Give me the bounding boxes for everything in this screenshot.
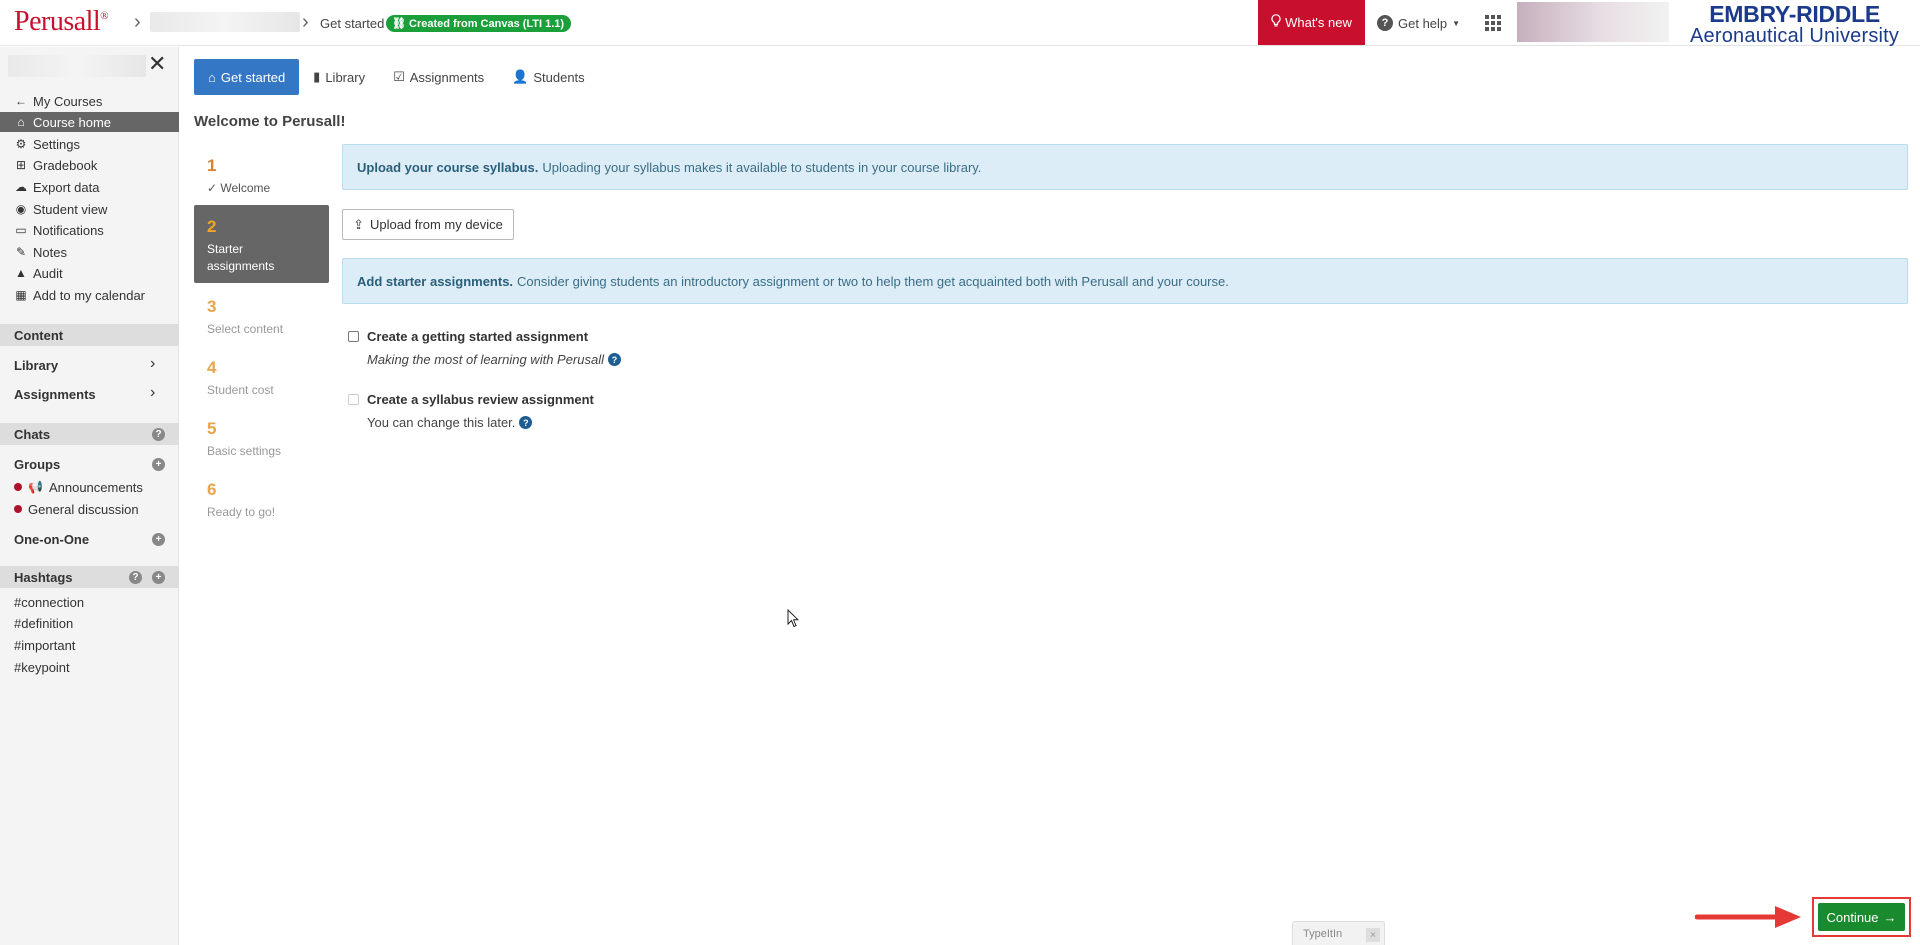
sidebar-library[interactable]: Library [14, 358, 58, 373]
sidebar-item-student-view[interactable]: ◉ Student view [0, 199, 179, 219]
university-logo: EMBRY-RIDDLE Aeronautical University [1690, 1, 1900, 47]
question-circle-icon: ? [1377, 15, 1393, 31]
apps-grid-icon[interactable] [1485, 15, 1501, 31]
link-icon: ⛓ [392, 18, 410, 30]
book-icon: ▮ [313, 69, 321, 84]
question-circle-icon[interactable]: ? [152, 428, 165, 441]
upload-icon: ⇪ [353, 216, 364, 232]
megaphone-icon: 📢 [28, 480, 43, 494]
sidebar: ✕ ← My Courses ⌂ Course home ⚙ Settings ⊞ Gr… [0, 47, 179, 945]
tab-library[interactable]: ▮ Library [299, 59, 379, 95]
tab-get-started[interactable]: ⌂ Get started [194, 59, 300, 95]
syllabus-info-box: Upload your course syllabus. Uploading yo… [342, 144, 1908, 190]
page-title: Welcome to Perusall! [194, 113, 346, 130]
gear-icon: ⚙ [15, 137, 27, 151]
getting-started-subtitle: Making the most of learning with Perusal… [367, 352, 622, 367]
sidebar-section-content: Content [0, 324, 179, 346]
mouse-cursor-icon [787, 608, 800, 631]
pointer-arrow-icon [1694, 905, 1803, 932]
starter-assignments-info-box: Add starter assignments. Consider giving … [342, 258, 1908, 304]
whats-new-button[interactable]: What's new [1258, 0, 1365, 45]
top-bar: Perusall® › › Get started ⛓ Created from… [0, 0, 1920, 46]
chat-item-announcements[interactable]: 📢 Announcements [0, 477, 179, 497]
sidebar-item-notifications[interactable]: ▭ Notifications [0, 220, 179, 240]
syllabus-review-checkbox[interactable] [348, 394, 359, 405]
upload-from-device-button[interactable]: ⇪ Upload from my device [342, 209, 514, 240]
syllabus-review-subtitle: You can change this later.? [367, 415, 533, 430]
inbox-icon: ▭ [15, 223, 27, 237]
arrow-right-icon: → [1883, 909, 1897, 925]
eye-icon: ◉ [15, 202, 27, 216]
home-icon: ⌂ [208, 69, 216, 85]
warning-icon: ▲ [15, 266, 27, 280]
cloud-download-icon: ☁ [15, 180, 27, 194]
step-student-cost[interactable]: 4 Student cost [194, 358, 329, 399]
step-basic-settings[interactable]: 5 Basic settings [194, 419, 329, 460]
sidebar-item-my-courses[interactable]: ← My Courses [0, 91, 179, 111]
chevron-right-icon: › [134, 11, 141, 33]
chevron-right-icon[interactable]: › [150, 355, 155, 373]
step-ready-to-go[interactable]: 6 Ready to go! [194, 480, 329, 521]
hashtag-item[interactable]: #definition [14, 616, 73, 631]
add-circle-icon[interactable]: + [152, 458, 165, 471]
step-welcome[interactable]: 1 ✓ Welcome [194, 156, 329, 202]
breadcrumb-current: Get started [320, 16, 385, 31]
option-syllabus-review[interactable]: Create a syllabus review assignment [348, 392, 594, 407]
pencil-icon: ✎ [15, 245, 27, 259]
question-circle-icon[interactable]: ? [129, 571, 142, 584]
sidebar-item-notes[interactable]: ✎ Notes [0, 242, 179, 262]
hashtag-item[interactable]: #keypoint [14, 660, 70, 675]
hashtag-item[interactable]: #connection [14, 595, 84, 610]
perusall-logo[interactable]: Perusall® [14, 6, 109, 38]
sidebar-item-audit[interactable]: ▲ Audit [0, 263, 179, 283]
sidebar-item-gradebook[interactable]: ⊞ Gradebook [0, 155, 179, 175]
continue-button[interactable]: Continue → [1818, 903, 1905, 931]
hashtag-item[interactable]: #important [14, 638, 75, 653]
unread-dot-icon [14, 483, 22, 491]
arrow-left-icon: ← [15, 94, 27, 108]
sidebar-one-on-one: One-on-One [14, 532, 90, 547]
tab-assignments[interactable]: ☑ Assignments [379, 59, 498, 95]
help-icon[interactable]: ? [519, 416, 533, 429]
course-tabs: ⌂ Get started ▮ Library ☑ Assignments 👤 Stud… [194, 59, 599, 95]
chevron-right-icon: › [302, 11, 309, 33]
option-getting-started[interactable]: Create a getting started assignment [348, 329, 588, 344]
chat-item-general-discussion[interactable]: General discussion [0, 499, 179, 519]
sidebar-item-course-home[interactable]: ⌂ Course home [0, 112, 179, 132]
user-icon: 👤 [512, 69, 529, 84]
home-icon: ⌂ [17, 115, 25, 129]
user-avatar[interactable] [1517, 2, 1669, 42]
add-circle-icon[interactable]: + [152, 533, 165, 546]
caret-down-icon: ▼ [1452, 18, 1461, 28]
help-icon[interactable]: ? [608, 353, 622, 366]
calendar-check-icon: ☑ [393, 69, 405, 84]
sidebar-item-add-to-calendar[interactable]: ▦ Add to my calendar [0, 285, 179, 305]
add-circle-icon[interactable]: + [152, 571, 165, 584]
typeit-widget[interactable]: TypeItIn × [1292, 921, 1385, 945]
course-title-blurred [8, 55, 146, 77]
close-icon[interactable]: ✕ [148, 53, 166, 75]
getting-started-checkbox[interactable] [348, 331, 359, 342]
unread-dot-icon [14, 505, 22, 513]
chevron-right-icon[interactable]: › [150, 384, 155, 402]
check-icon: ✓ [207, 181, 221, 195]
lightbulb-icon [1271, 14, 1281, 31]
table-icon: ⊞ [15, 158, 27, 172]
step-select-content[interactable]: 3 Select content [194, 297, 329, 338]
course-name-breadcrumb[interactable] [150, 12, 300, 32]
calendar-icon: ▦ [15, 288, 27, 302]
sidebar-item-export-data[interactable]: ☁ Export data [0, 177, 179, 197]
continue-highlight: Continue → [1812, 897, 1911, 937]
sidebar-assignments[interactable]: Assignments [14, 387, 96, 402]
tab-students[interactable]: 👤 Students [498, 59, 599, 95]
sidebar-groups: Groups [14, 457, 61, 472]
sidebar-item-settings[interactable]: ⚙ Settings [0, 134, 179, 154]
close-icon[interactable]: × [1366, 928, 1380, 942]
step-starter-assignments[interactable]: 2 Starter assignments [194, 205, 329, 283]
get-help-menu[interactable]: ? Get help ▼ [1377, 15, 1460, 31]
lti-badge: ⛓ Created from Canvas (LTI 1.1) [386, 15, 572, 32]
